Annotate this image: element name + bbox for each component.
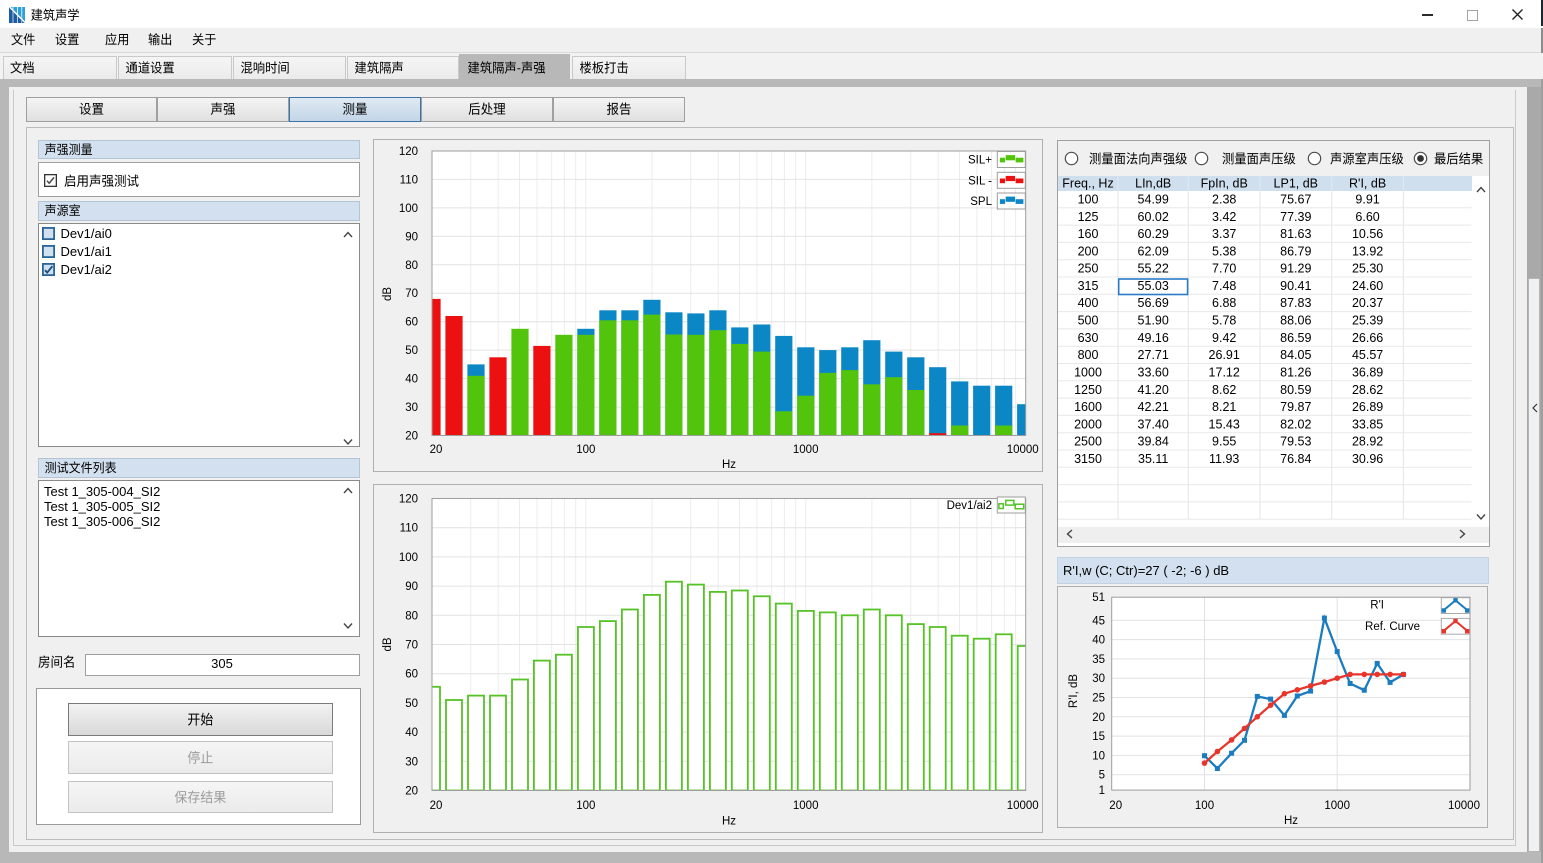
svg-text:10.56: 10.56	[1352, 227, 1383, 241]
svg-text:88.06: 88.06	[1280, 314, 1311, 328]
svg-text:49.16: 49.16	[1138, 331, 1169, 345]
svg-text:91.29: 91.29	[1280, 262, 1311, 276]
svg-text:2000: 2000	[1074, 417, 1102, 431]
svg-text:80.59: 80.59	[1280, 383, 1311, 397]
svg-text:630: 630	[1078, 331, 1099, 345]
svg-text:9.55: 9.55	[1212, 435, 1236, 449]
svg-text:6.88: 6.88	[1212, 296, 1236, 310]
svg-text:35.11: 35.11	[1138, 452, 1168, 466]
svg-text:25.30: 25.30	[1352, 262, 1383, 276]
svg-text:45.57: 45.57	[1352, 348, 1383, 362]
svg-text:6.60: 6.60	[1355, 210, 1379, 224]
svg-text:1000: 1000	[1074, 365, 1102, 379]
svg-text:1600: 1600	[1074, 400, 1102, 414]
svg-text:26.89: 26.89	[1352, 400, 1383, 414]
svg-text:28.62: 28.62	[1352, 383, 1383, 397]
svg-text:33.60: 33.60	[1138, 365, 1169, 379]
svg-text:79.87: 79.87	[1280, 400, 1311, 414]
svg-text:160: 160	[1078, 227, 1099, 241]
svg-text:26.66: 26.66	[1352, 331, 1383, 345]
svg-text:60.02: 60.02	[1138, 210, 1169, 224]
svg-text:3.42: 3.42	[1212, 210, 1236, 224]
svg-text:7.48: 7.48	[1212, 279, 1236, 293]
svg-text:8.21: 8.21	[1212, 400, 1236, 414]
svg-text:Freq., Hz: Freq., Hz	[1062, 176, 1113, 190]
svg-text:55.22: 55.22	[1138, 262, 1169, 276]
svg-text:30.96: 30.96	[1352, 452, 1383, 466]
svg-text:400: 400	[1078, 296, 1099, 310]
svg-text:56.69: 56.69	[1138, 296, 1169, 310]
svg-text:2.38: 2.38	[1212, 193, 1236, 207]
svg-text:125: 125	[1078, 210, 1099, 224]
svg-text:76.84: 76.84	[1280, 452, 1311, 466]
svg-text:8.62: 8.62	[1212, 383, 1236, 397]
svg-text:LP1, dB: LP1, dB	[1274, 176, 1318, 190]
svg-text:20.37: 20.37	[1352, 296, 1383, 310]
svg-text:100: 100	[1078, 193, 1099, 207]
svg-text:28.92: 28.92	[1352, 435, 1383, 449]
svg-text:7.70: 7.70	[1212, 262, 1236, 276]
svg-text:2500: 2500	[1074, 435, 1102, 449]
svg-text:90.41: 90.41	[1280, 279, 1311, 293]
svg-text:37.40: 37.40	[1138, 417, 1169, 431]
svg-text:FpIn, dB: FpIn, dB	[1201, 176, 1248, 190]
svg-text:11.93: 11.93	[1209, 452, 1239, 466]
svg-text:26.91: 26.91	[1209, 348, 1240, 362]
svg-text:800: 800	[1078, 348, 1099, 362]
svg-text:41.20: 41.20	[1138, 383, 1169, 397]
svg-text:13.92: 13.92	[1352, 244, 1383, 258]
svg-text:62.09: 62.09	[1138, 244, 1169, 258]
svg-text:87.83: 87.83	[1280, 296, 1311, 310]
svg-text:5.78: 5.78	[1212, 314, 1236, 328]
svg-text:500: 500	[1078, 314, 1099, 328]
svg-text:25.39: 25.39	[1352, 314, 1383, 328]
svg-text:315: 315	[1078, 279, 1099, 293]
svg-text:1250: 1250	[1074, 383, 1102, 397]
svg-text:81.26: 81.26	[1280, 365, 1311, 379]
svg-text:39.84: 39.84	[1138, 435, 1169, 449]
svg-text:33.85: 33.85	[1352, 417, 1383, 431]
svg-text:250: 250	[1078, 262, 1099, 276]
svg-text:42.21: 42.21	[1138, 400, 1169, 414]
svg-text:54.99: 54.99	[1138, 193, 1169, 207]
svg-text:15.43: 15.43	[1209, 417, 1240, 431]
svg-text:60.29: 60.29	[1138, 227, 1169, 241]
svg-text:51.90: 51.90	[1138, 314, 1169, 328]
svg-text:9.42: 9.42	[1212, 331, 1236, 345]
svg-text:17.12: 17.12	[1209, 365, 1240, 379]
svg-text:84.05: 84.05	[1280, 348, 1311, 362]
svg-text:27.71: 27.71	[1138, 348, 1169, 362]
svg-text:5.38: 5.38	[1212, 244, 1236, 258]
svg-text:82.02: 82.02	[1280, 417, 1311, 431]
svg-text:9.91: 9.91	[1355, 193, 1379, 207]
svg-text:3.37: 3.37	[1212, 227, 1236, 241]
svg-text:36.89: 36.89	[1352, 365, 1383, 379]
svg-text:LIn,dB: LIn,dB	[1135, 176, 1171, 190]
svg-text:200: 200	[1078, 244, 1099, 258]
svg-text:79.53: 79.53	[1280, 435, 1311, 449]
svg-text:55.03: 55.03	[1138, 279, 1169, 293]
svg-text:R'I, dB: R'I, dB	[1349, 176, 1386, 190]
svg-text:75.67: 75.67	[1280, 193, 1311, 207]
svg-text:86.59: 86.59	[1280, 331, 1311, 345]
svg-text:24.60: 24.60	[1352, 279, 1383, 293]
svg-text:77.39: 77.39	[1280, 210, 1311, 224]
svg-text:3150: 3150	[1074, 452, 1102, 466]
svg-text:81.63: 81.63	[1280, 227, 1311, 241]
svg-text:86.79: 86.79	[1280, 244, 1311, 258]
